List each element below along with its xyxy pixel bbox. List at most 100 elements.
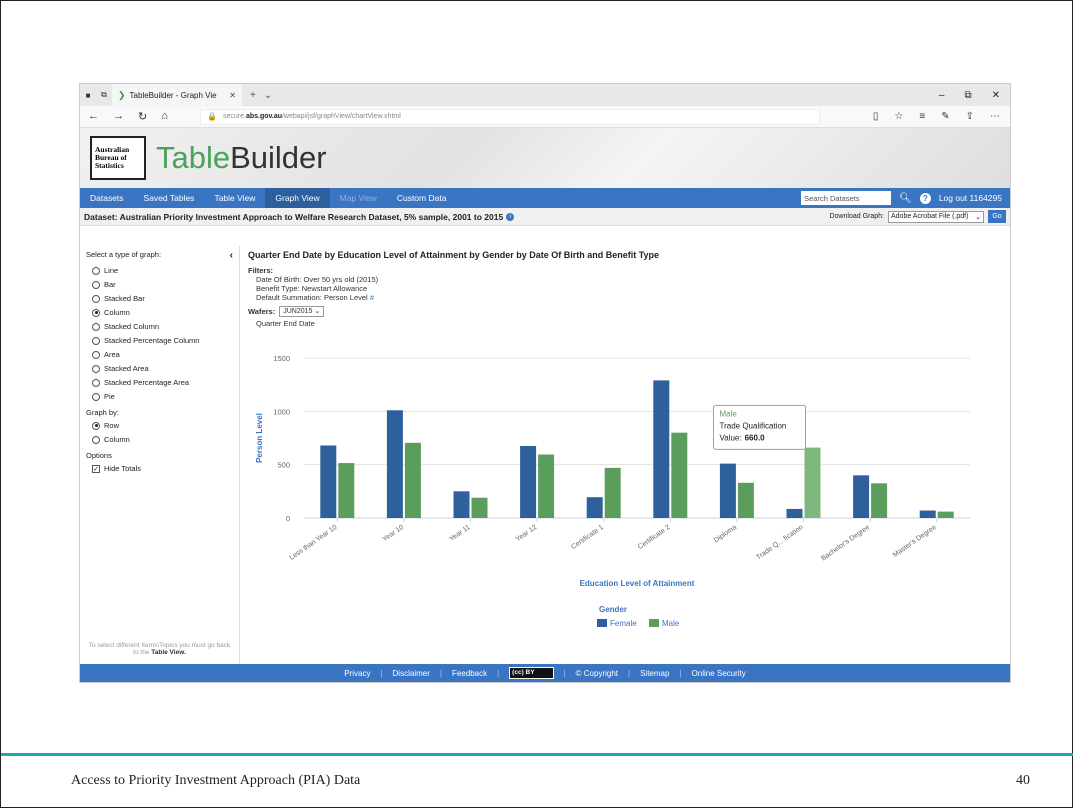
- bar-male: [737, 482, 754, 518]
- graph-by-heading: Graph by:: [86, 408, 119, 417]
- go-button[interactable]: Go: [988, 210, 1006, 223]
- creative-commons-badge[interactable]: (cc) BY: [509, 667, 554, 679]
- url-prefix: secure.: [222, 113, 246, 120]
- graph-by-label: Column: [104, 435, 130, 444]
- download-format-value: Adobe Acrobat File (.pdf): [891, 213, 969, 220]
- x-tick-label: Master's Degree: [892, 524, 938, 559]
- graph-type-radio[interactable]: [92, 336, 100, 345]
- tab-list-chevron-icon[interactable]: ⌄: [264, 90, 272, 101]
- wafers-label: Wafers:: [248, 307, 276, 316]
- x-tick-label: Certificate 2: [637, 524, 672, 551]
- close-window-icon[interactable]: ✕: [992, 90, 1000, 101]
- back-icon[interactable]: ←: [88, 110, 99, 123]
- legend-swatch: [649, 619, 659, 627]
- graph-type-radio[interactable]: [92, 392, 100, 401]
- summation-link[interactable]: #: [370, 293, 374, 302]
- tab-actions-icon[interactable]: ■: [80, 91, 96, 100]
- graph-type-option[interactable]: Pie: [86, 391, 233, 402]
- graph-type-label: Pie: [104, 392, 115, 401]
- bar-female: [719, 463, 736, 518]
- y-tick-label: 500: [277, 461, 290, 470]
- share-icon[interactable]: ⇪: [966, 111, 974, 122]
- footer-online-security[interactable]: Online Security: [692, 669, 746, 678]
- graph-type-radio[interactable]: [92, 308, 100, 317]
- filter-summation: Default Summation: Person Level #: [248, 293, 1002, 302]
- graph-type-option[interactable]: Area: [86, 349, 233, 360]
- graph-type-option[interactable]: Stacked Percentage Area: [86, 377, 233, 388]
- favorite-star-icon[interactable]: ☆: [894, 111, 903, 122]
- graph-type-option[interactable]: Stacked Column: [86, 321, 233, 332]
- graph-by-radio[interactable]: [92, 435, 100, 444]
- download-format-select[interactable]: Adobe Acrobat File (.pdf) ⌄: [888, 210, 984, 223]
- search-icon[interactable]: 🔍︎: [899, 193, 912, 204]
- dataset-bar: Dataset: Australian Priority Investment …: [80, 208, 1010, 226]
- url-field[interactable]: 🔒 secure. abs.gov.au/webapi/jsf/graphView…: [200, 108, 820, 125]
- title-builder: Builder: [230, 140, 327, 175]
- graph-type-option[interactable]: Stacked Bar: [86, 293, 233, 304]
- footer-privacy[interactable]: Privacy: [344, 669, 370, 678]
- graph-type-radio[interactable]: [92, 364, 100, 373]
- more-icon[interactable]: ⋯: [990, 111, 1000, 122]
- slide-page-number: 40: [1016, 773, 1030, 788]
- logout-link[interactable]: Log out 1164295: [939, 193, 1002, 203]
- bar-female: [320, 445, 337, 518]
- graph-type-radio[interactable]: [92, 350, 100, 359]
- graph-type-option[interactable]: Line: [86, 265, 233, 276]
- minimize-icon[interactable]: –: [939, 90, 945, 101]
- browser-tab[interactable]: ❯ TableBuilder - Graph Vie ✕: [112, 84, 242, 106]
- tablebuilder-title: TableBuilder: [156, 140, 327, 176]
- nav-saved-tables[interactable]: Saved Tables: [134, 188, 205, 208]
- abs-logo[interactable]: Australian Bureau of Statistics: [90, 136, 146, 180]
- legend-swatch: [597, 619, 607, 627]
- hide-totals-option[interactable]: ✓ Hide Totals: [86, 463, 233, 474]
- nav-custom-data[interactable]: Custom Data: [387, 188, 457, 208]
- restore-icon[interactable]: ⧉: [964, 90, 971, 101]
- collapse-chevron-icon[interactable]: ‹: [230, 250, 233, 261]
- tablebuilder-favicon: ❯: [118, 89, 126, 100]
- title-table: Table: [156, 140, 231, 175]
- graph-by-option[interactable]: Row: [86, 420, 233, 431]
- graph-type-option[interactable]: Stacked Area: [86, 363, 233, 374]
- slide-footer-text: Access to Priority Investment Approach (…: [71, 773, 361, 788]
- x-tick-label: Certificate 1: [570, 524, 605, 551]
- graph-by-option[interactable]: Column: [86, 434, 233, 445]
- home-icon[interactable]: ⌂: [161, 110, 168, 123]
- graph-type-radio[interactable]: [92, 294, 100, 303]
- graph-type-option[interactable]: Column: [86, 307, 233, 318]
- nav-graph-view[interactable]: Graph View: [265, 188, 330, 208]
- search-datasets-input[interactable]: Search Datasets: [801, 191, 892, 205]
- graph-type-label: Stacked Percentage Column: [104, 336, 200, 345]
- favorites-hub-icon[interactable]: ≡: [919, 111, 925, 122]
- graph-by-radio[interactable]: [92, 421, 100, 430]
- graph-type-radio[interactable]: [92, 322, 100, 331]
- graph-type-label: Column: [104, 308, 130, 317]
- site-footer: Privacy | Disclaimer | Feedback | (cc) BY | …: [80, 664, 1010, 682]
- graph-type-option[interactable]: Stacked Percentage Column: [86, 335, 233, 346]
- chevron-down-icon: ⌄: [314, 308, 321, 315]
- graph-type-radio[interactable]: [92, 266, 100, 275]
- graph-type-option[interactable]: Bar: [86, 279, 233, 290]
- column-chart: 0 500 1000 1500 Person Level Less than Year 1…: [255, 354, 970, 628]
- new-tab-icon[interactable]: +: [250, 90, 256, 101]
- help-icon[interactable]: ?: [919, 192, 931, 204]
- table-view-link[interactable]: Table View.: [151, 649, 186, 656]
- forward-icon[interactable]: →: [113, 110, 124, 123]
- footer-copyright[interactable]: © Copyright: [576, 669, 618, 678]
- logo-line-3: Statistics: [95, 161, 124, 170]
- close-tab-icon[interactable]: ✕: [229, 91, 236, 100]
- set-aside-icon[interactable]: ⧉: [96, 90, 112, 100]
- footer-sitemap[interactable]: Sitemap: [640, 669, 669, 678]
- footer-feedback[interactable]: Feedback: [452, 669, 487, 678]
- info-icon[interactable]: i: [506, 212, 515, 221]
- wafers-select[interactable]: JUN2015 ⌄: [279, 306, 325, 317]
- pen-icon[interactable]: ✎: [941, 111, 949, 122]
- graph-type-radio[interactable]: [92, 280, 100, 289]
- reading-view-icon[interactable]: ▯: [873, 111, 879, 122]
- hide-totals-checkbox[interactable]: ✓: [92, 464, 100, 473]
- refresh-icon[interactable]: ↻: [138, 110, 147, 123]
- nav-table-view[interactable]: Table View: [204, 188, 265, 208]
- graph-type-radio[interactable]: [92, 378, 100, 387]
- nav-datasets[interactable]: Datasets: [80, 188, 134, 208]
- footer-disclaimer[interactable]: Disclaimer: [393, 669, 430, 678]
- dataset-title: Dataset: Australian Priority Investment …: [84, 211, 504, 222]
